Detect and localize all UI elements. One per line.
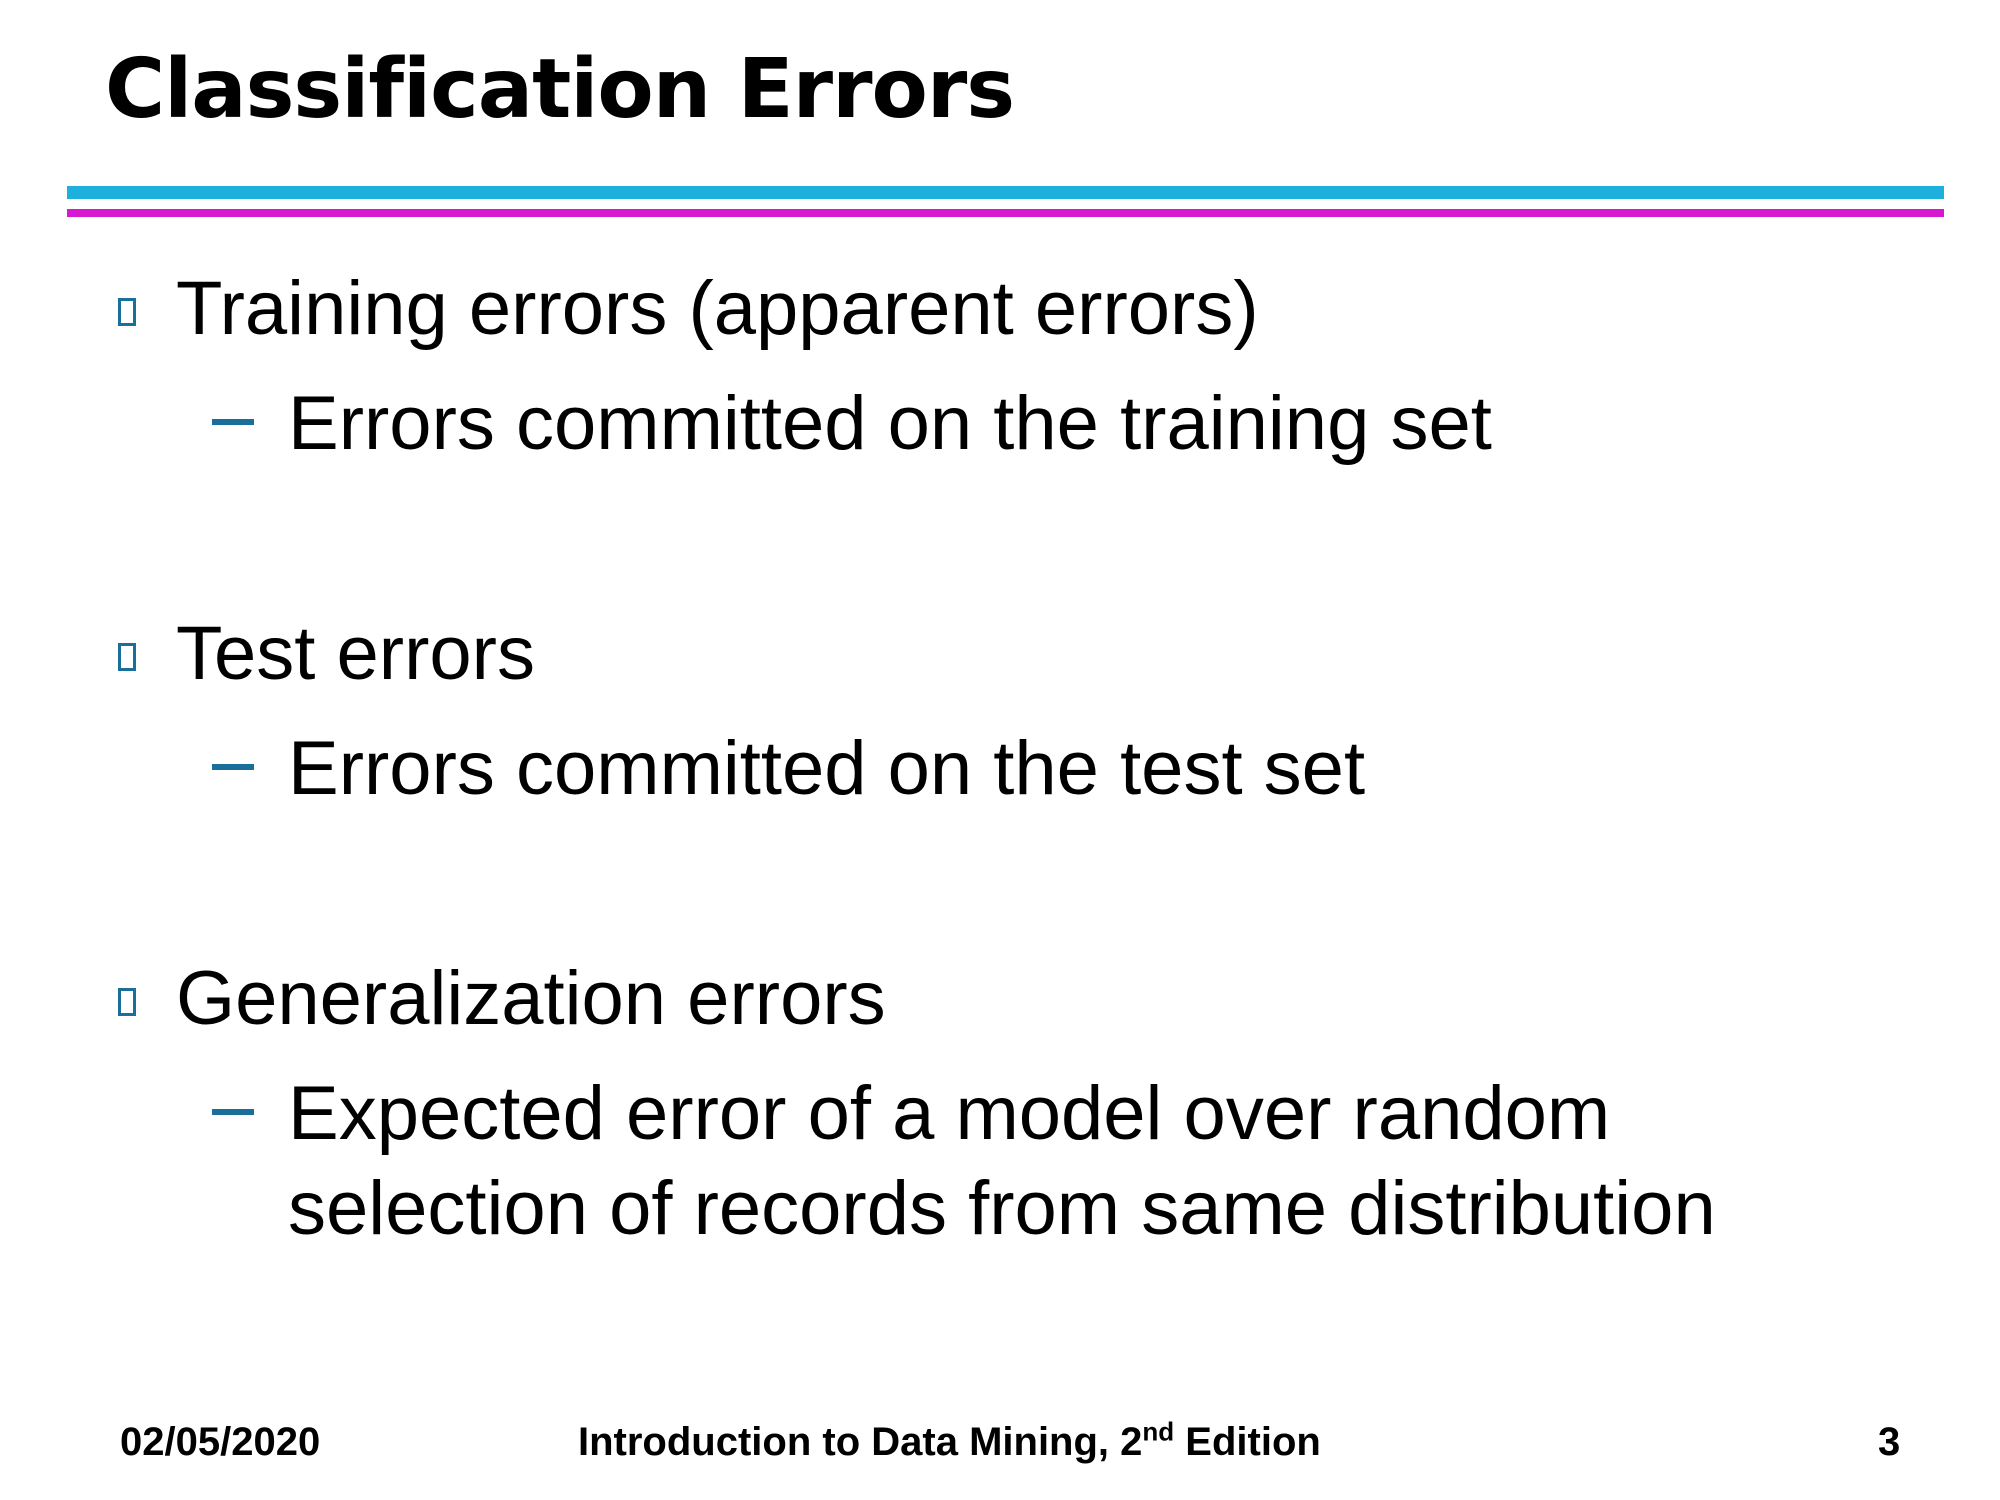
bullet-item-training-errors: Training errors (apparent errors): [176, 266, 1259, 351]
en-dash-icon: [212, 764, 254, 770]
footer-course-title-superscript: nd: [1142, 1416, 1175, 1447]
sub-item-expected-error-line-1: Expected error of a model over random: [288, 1071, 1611, 1156]
hollow-square-icon: [118, 643, 136, 671]
bullet-item-generalization-errors: Generalization errors: [176, 956, 886, 1041]
sub-item-expected-error-line-2: selection of records from same distribut…: [288, 1166, 1716, 1251]
title-rule-magenta: [67, 209, 1944, 217]
hollow-square-icon: [118, 988, 136, 1016]
slide-title: Classification Errors: [105, 42, 1015, 137]
footer-course-title-suffix: Edition: [1174, 1420, 1321, 1464]
sub-item-test-set: Errors committed on the test set: [288, 726, 1366, 811]
hollow-square-icon: [118, 298, 136, 326]
footer-page-number: 3: [1878, 1420, 1901, 1464]
footer-date: 02/05/2020: [120, 1420, 321, 1464]
slide: Classification Errors Training errors (a…: [0, 0, 2000, 1500]
en-dash-icon: [212, 419, 254, 425]
sub-item-training-set: Errors committed on the training set: [288, 381, 1492, 466]
bullet-item-test-errors: Test errors: [176, 611, 535, 696]
en-dash-icon: [212, 1109, 254, 1115]
footer-course-title: Introduction to Data Mining, 2nd Edition: [578, 1417, 1321, 1467]
footer-course-title-main: Introduction to Data Mining, 2: [578, 1420, 1143, 1464]
title-rule-cyan: [67, 186, 1944, 199]
